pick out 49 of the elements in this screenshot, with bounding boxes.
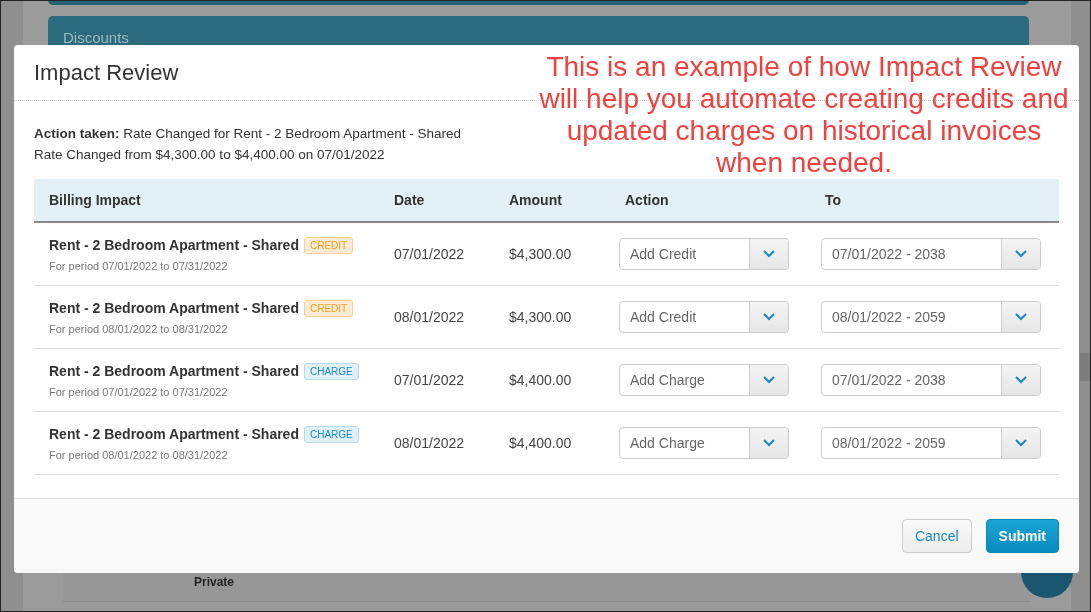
status-tag: CHARGE: [303, 362, 359, 380]
column-header: Amount: [508, 192, 563, 208]
action-select[interactable]: Add Charge: [619, 364, 789, 396]
field-value: Private: [194, 575, 235, 589]
amount-cell: $4,400.00: [509, 372, 572, 388]
chevron-down-icon: [762, 249, 776, 259]
column-header: Action: [624, 192, 670, 208]
status-tag: CREDIT: [303, 299, 354, 317]
chevron-down-icon: [1014, 438, 1028, 448]
date-cell: 07/01/2022: [394, 246, 465, 262]
cancel-button[interactable]: Cancel: [901, 519, 972, 553]
amount-cell: $4,400.00: [509, 435, 572, 451]
action-summary: Action taken: Rate Changed for Rent - 2 Bedroom Apartment - Shared: [34, 125, 461, 143]
chevron-down-icon: [1014, 375, 1028, 385]
amount-cell: $4,300.00: [509, 309, 572, 325]
column-header: Date: [393, 192, 426, 208]
chevron-down-icon: [762, 312, 776, 322]
status-tag: CREDIT: [303, 236, 354, 254]
date-select[interactable]: 07/01/2022 - 2038: [821, 364, 1041, 396]
date-select[interactable]: 08/01/2022 - 2059: [821, 301, 1041, 333]
period-text: For period 07/01/2022 to 07/31/2022: [49, 385, 229, 398]
date-select[interactable]: 08/01/2022 - 2059: [821, 427, 1041, 459]
status-tag: CHARGE: [303, 425, 359, 443]
column-header: To: [824, 192, 843, 208]
amount-cell: $4,300.00: [509, 246, 572, 262]
action-select[interactable]: Add Credit: [619, 301, 789, 333]
date-select[interactable]: 07/01/2022 - 2038: [821, 238, 1041, 270]
period-text: For period 08/01/2022 to 08/31/2022: [49, 448, 229, 461]
action-select[interactable]: Add Charge: [619, 427, 789, 459]
item-name: Rent - 2 Bedroom Apartment - Shared: [49, 426, 299, 442]
change-summary: Rate Changed from $4,300.00 to $4,400.00 on 07/01/2022: [34, 146, 385, 164]
item-name: Rent - 2 Bedroom Apartment - Shared: [49, 237, 299, 253]
date-cell: 08/01/2022: [394, 309, 465, 325]
action-select[interactable]: Add Credit: [619, 238, 789, 270]
chevron-down-icon: [762, 375, 776, 385]
period-text: For period 07/01/2022 to 07/31/2022: [49, 259, 229, 272]
chevron-down-icon: [1014, 312, 1028, 322]
item-name: Rent - 2 Bedroom Apartment - Shared: [49, 363, 299, 379]
dialog-title: Impact Review: [34, 59, 179, 86]
chevron-down-icon: [1014, 249, 1028, 259]
chevron-down-icon: [762, 438, 776, 448]
section-title: Discounts: [63, 29, 129, 46]
column-header: Billing Impact: [48, 192, 142, 208]
scrollbar-thumb[interactable]: [1080, 353, 1090, 381]
date-cell: 08/01/2022: [394, 435, 465, 451]
submit-button[interactable]: Submit: [985, 519, 1059, 553]
date-cell: 07/01/2022: [394, 372, 465, 388]
item-name: Rent - 2 Bedroom Apartment - Shared: [49, 300, 299, 316]
period-text: For period 08/01/2022 to 08/31/2022: [49, 322, 229, 335]
